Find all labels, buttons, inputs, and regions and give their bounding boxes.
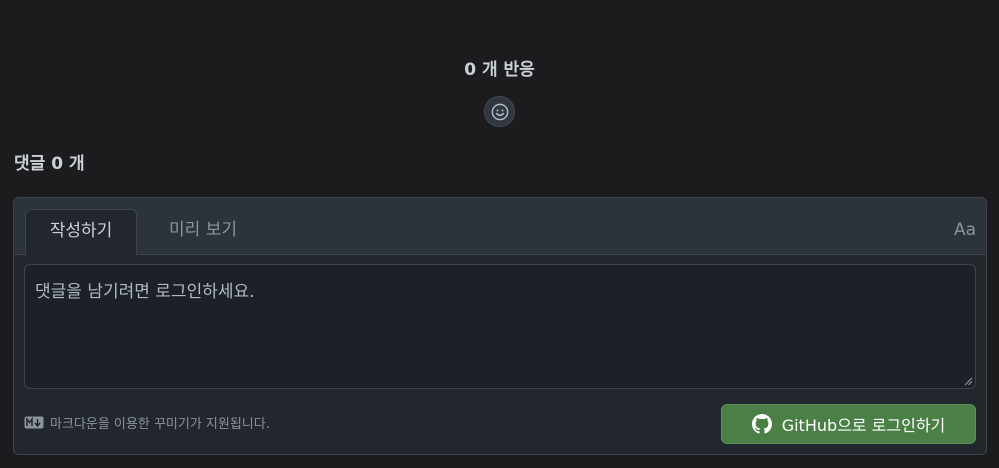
text-format-toggle[interactable]: Aa <box>954 220 976 240</box>
markdown-note-text: 마크다운을 이용한 꾸미기가 지원됩니다. <box>50 417 270 432</box>
reactions-title: 0 개 반응 <box>464 60 535 80</box>
tab-write[interactable]: 작성하기 <box>25 209 137 255</box>
comments-widget: 0 개 반응 댓글 0 개 작성하기 미리 보기 Aa 댓글을 남기려면 로그인… <box>0 0 999 468</box>
github-login-label: GitHub으로 로그인하기 <box>781 416 946 435</box>
editor-tabbar: 작성하기 미리 보기 Aa <box>14 198 986 255</box>
github-login-button[interactable]: GitHub으로 로그인하기 <box>721 404 976 444</box>
markdown-icon <box>24 416 44 429</box>
comment-editor: 작성하기 미리 보기 Aa 마크다운을 이용한 꾸미기가 지원됩니다. GitH… <box>13 197 987 455</box>
reactions-section: 0 개 반응 <box>0 58 999 127</box>
add-reaction-button[interactable] <box>484 96 515 127</box>
resize-handle-icon[interactable] <box>963 376 973 386</box>
github-icon <box>751 414 772 434</box>
comments-count: 댓글 0 개 <box>14 154 85 174</box>
tab-preview[interactable]: 미리 보기 <box>148 209 258 255</box>
markdown-support-note: 마크다운을 이용한 꾸미기가 지원됩니다. <box>24 413 270 432</box>
comment-textarea[interactable] <box>24 264 976 389</box>
smiley-face-icon <box>491 103 508 120</box>
